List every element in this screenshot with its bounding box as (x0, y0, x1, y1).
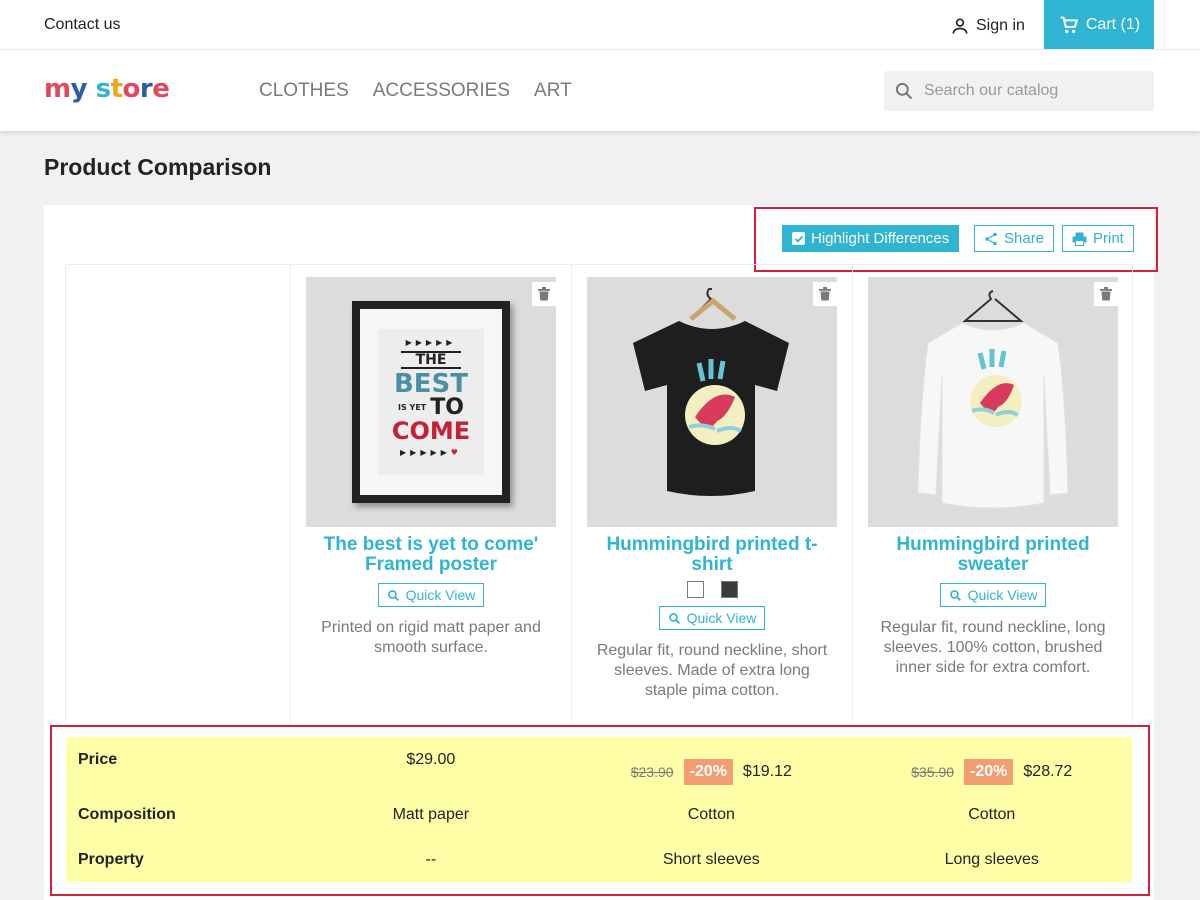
price-value: $28.72 (1023, 763, 1073, 780)
property-cell: Long sleeves (944, 851, 1039, 868)
share-icon (985, 232, 997, 245)
poster-arrows-icon: ▶▶▶▶▶ (405, 338, 457, 347)
poster-text: IS YET TO (398, 395, 464, 420)
product-card: Hummingbird printed sweater Quick View R… (868, 277, 1118, 678)
column-divider (290, 264, 291, 724)
quick-view-label: Quick View (967, 587, 1038, 603)
main-header: my store CLOTHES ACCESSORIES ART (0, 50, 1200, 131)
poster-text: BEST (393, 369, 469, 399)
sign-in-label: Sign in (976, 17, 1025, 34)
price-value: $19.12 (742, 763, 792, 780)
print-button[interactable]: Print (1062, 225, 1134, 252)
product-card: Hummingbird printed t-shirt Quick View R… (587, 277, 837, 701)
old-price: $35.90 (911, 764, 955, 780)
table-row-price: Price $29.00 $23.90 -20% $19.12 $35.90 -… (66, 745, 1132, 789)
table-top-border (65, 264, 1133, 265)
share-button[interactable]: Share (974, 225, 1055, 252)
product-description: Regular fit, round neckline, long sleeve… (880, 619, 1106, 676)
nav-clothes[interactable]: CLOTHES (259, 80, 349, 102)
quick-view-button[interactable]: Quick View (939, 583, 1047, 607)
color-swatch-black[interactable] (720, 581, 738, 598)
search-icon (668, 612, 680, 624)
sweater-illustration-icon (917, 290, 1069, 509)
color-swatch-white[interactable] (686, 581, 704, 598)
page-title: Product Comparison (44, 154, 272, 180)
print-label: Print (1093, 230, 1124, 247)
tshirt-illustration-icon (633, 288, 789, 496)
share-label: Share (1004, 230, 1045, 247)
composition-cell: Matt paper (392, 806, 470, 823)
composition-cell: Cotton (968, 806, 1016, 823)
column-divider (65, 264, 66, 724)
property-cell: -- (425, 851, 437, 868)
color-swatches (587, 581, 837, 598)
price-cell: $23.90 -20% $19.12 (571, 759, 851, 785)
contact-us-link[interactable]: Contact us (44, 16, 120, 34)
top-bar: Contact us Sign in Cart (1) (0, 0, 1200, 50)
table-row-composition: Composition Matt paper Cotton Cotton (66, 803, 1132, 827)
search-icon[interactable] (894, 81, 914, 101)
quick-view-button[interactable]: Quick View (377, 583, 485, 607)
product-name-link[interactable]: Hummingbird printed sweater (868, 535, 1118, 575)
poster-text: COME (391, 417, 471, 445)
print-icon (1072, 232, 1087, 246)
cart-button[interactable]: Cart (1) (1044, 0, 1154, 49)
quick-view-label: Quick View (405, 587, 476, 603)
highlight-differences-button[interactable]: Highlight Differences (782, 225, 960, 252)
old-price: $23.90 (630, 764, 674, 780)
highlight-differences-label: Highlight Differences (811, 230, 950, 247)
column-divider (1132, 264, 1133, 724)
nav-accessories[interactable]: ACCESSORIES (373, 80, 510, 102)
quick-view-button[interactable]: Quick View (658, 606, 766, 630)
property-cell: Short sleeves (662, 851, 760, 868)
discount-badge: -20% (683, 759, 733, 785)
table-row-property: Property -- Short sleeves Long sleeves (66, 848, 1132, 872)
price-cell: $29.00 (291, 751, 571, 769)
cart-label: Cart (1) (1085, 15, 1141, 33)
price-cell: $35.90 -20% $28.72 (852, 759, 1132, 785)
poster-frame: ▶▶▶▶▶ THE BEST IS YET TO COME ▶▶▶▶▶♥ (352, 301, 510, 503)
feature-label: Price (78, 751, 118, 768)
feature-label: Composition (78, 806, 176, 823)
sign-in-link[interactable]: Sign in (950, 16, 1025, 36)
cart-icon (1060, 16, 1079, 33)
column-divider (852, 264, 853, 724)
feature-label: Property (78, 851, 144, 868)
poster-text: THE (401, 351, 461, 369)
quick-view-label: Quick View (686, 610, 757, 626)
store-logo[interactable]: my store (44, 74, 170, 104)
remove-product-button[interactable] (532, 282, 556, 306)
poster-arrows-heart-icon: ▶▶▶▶▶♥ (400, 448, 462, 457)
checkbox-icon (792, 232, 805, 245)
trash-icon (538, 287, 550, 301)
user-icon (952, 18, 968, 34)
price-value: $29.00 (406, 751, 456, 768)
feature-comparison-table: Price $29.00 $23.90 -20% $19.12 $35.90 -… (66, 737, 1132, 882)
search-icon (387, 589, 399, 601)
product-description: Printed on rigid matt paper and smooth s… (321, 619, 541, 656)
composition-cell: Cotton (687, 806, 735, 823)
product-card: ▶▶▶▶▶ THE BEST IS YET TO COME ▶▶▶▶▶♥ The… (306, 277, 556, 658)
discount-badge: -20% (964, 759, 1014, 785)
product-image[interactable] (587, 277, 837, 527)
main-nav: CLOTHES ACCESSORIES ART (259, 80, 572, 102)
product-image[interactable]: ▶▶▶▶▶ THE BEST IS YET TO COME ▶▶▶▶▶♥ (306, 277, 556, 527)
product-name-link[interactable]: The best is yet to come' Framed poster (306, 535, 556, 575)
search-box (884, 71, 1154, 111)
nav-art[interactable]: ART (534, 80, 572, 102)
search-input[interactable] (924, 82, 1144, 100)
product-name-link[interactable]: Hummingbird printed t-shirt (587, 535, 837, 575)
column-divider (571, 264, 572, 724)
search-icon (949, 589, 961, 601)
product-description: Regular fit, round neckline, short sleev… (596, 642, 828, 699)
product-image[interactable] (868, 277, 1118, 527)
